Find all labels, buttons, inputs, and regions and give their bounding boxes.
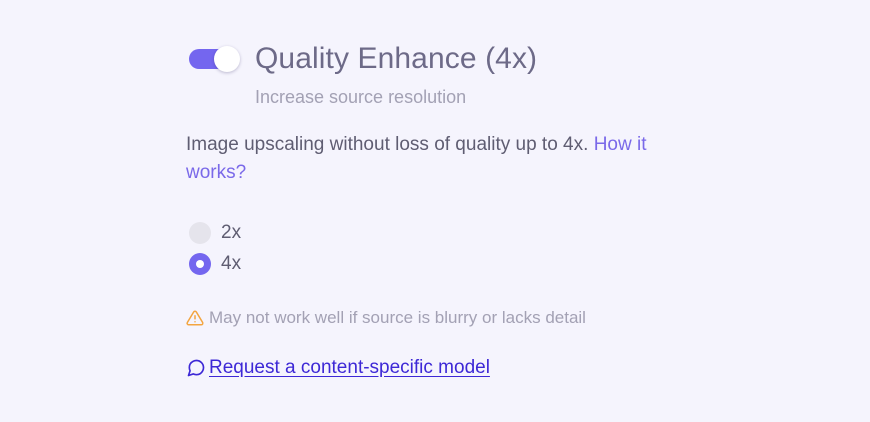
- request-model-link[interactable]: Request a content-specific model: [186, 357, 490, 379]
- toggle-knob: [214, 46, 240, 72]
- radio-2x[interactable]: [189, 221, 211, 244]
- quality-enhance-panel: Quality Enhance (4x) Increase source res…: [186, 0, 726, 422]
- chat-bubble-icon: [187, 359, 205, 377]
- radio-label-4x: 4x: [221, 252, 242, 274]
- warning-triangle-icon: [186, 310, 204, 326]
- radio-label-2x: 2x: [221, 221, 242, 243]
- request-link-label: Request a content-specific model: [209, 357, 490, 378]
- feature-title: Quality Enhance (4x): [255, 42, 538, 75]
- scale-radio-group: 2x 4x: [189, 217, 241, 279]
- scale-option-2x[interactable]: 2x: [189, 217, 241, 248]
- quality-enhance-toggle[interactable]: [189, 45, 241, 73]
- feature-header: Quality Enhance (4x): [189, 41, 537, 77]
- description-text: Image upscaling without loss of quality …: [186, 134, 594, 155]
- radio-4x[interactable]: [189, 252, 211, 275]
- feature-description: Image upscaling without loss of quality …: [186, 131, 706, 187]
- scale-option-4x[interactable]: 4x: [189, 248, 241, 279]
- feature-subtitle: Increase source resolution: [255, 87, 467, 107]
- quality-warning: May not work well if source is blurry or…: [186, 308, 586, 328]
- warning-text: May not work well if source is blurry or…: [209, 308, 586, 327]
